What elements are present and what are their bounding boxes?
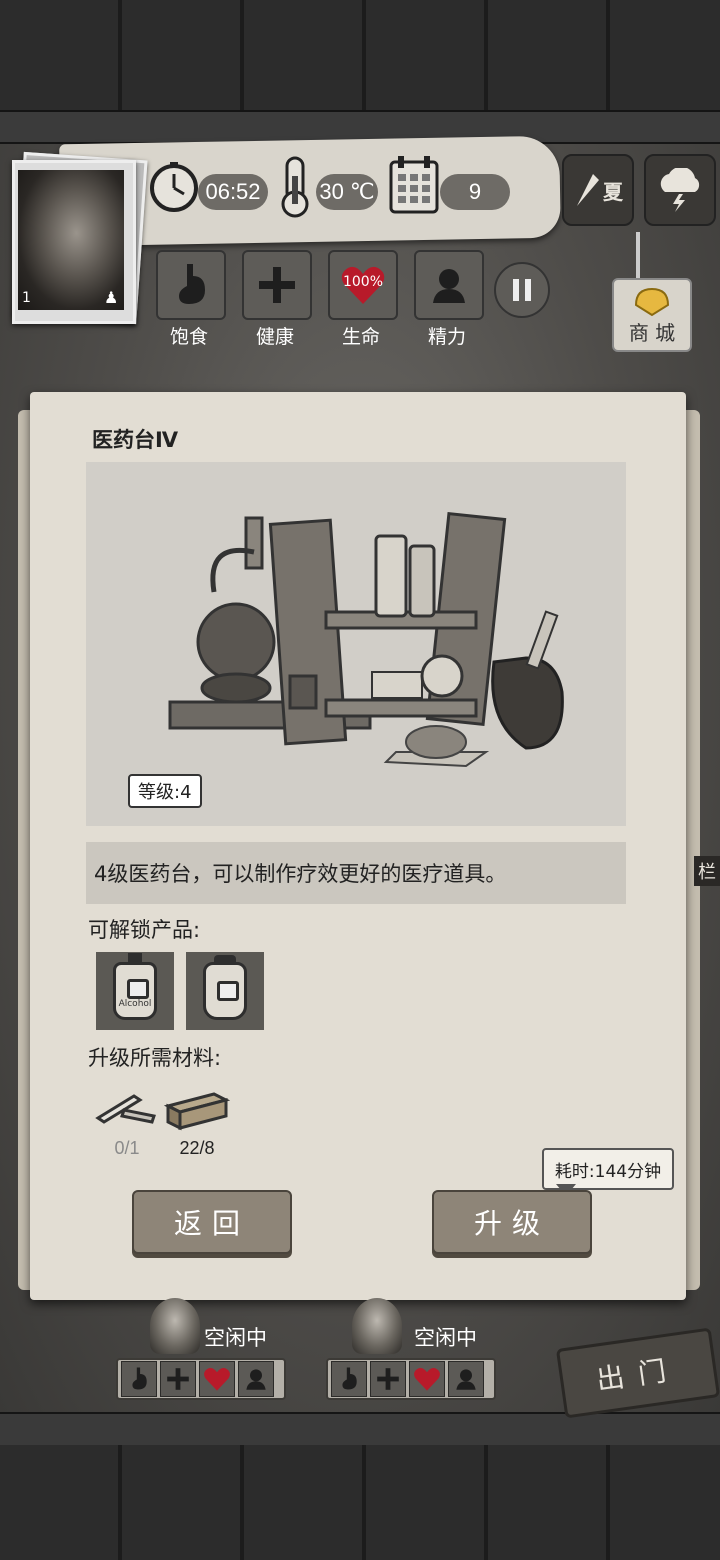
avatar-level: 1 — [22, 290, 31, 306]
weather-button[interactable] — [644, 154, 716, 226]
building-description: 4级医药台，可以制作疗效更好的医疗道具。 — [86, 842, 626, 904]
satiety-label: 饱食 — [169, 326, 208, 348]
energy-label: 精力 — [427, 326, 466, 348]
energy-button[interactable] — [414, 250, 484, 320]
season-label: 夏 — [603, 179, 623, 204]
health-cross-icon — [160, 1361, 196, 1397]
health-cross-icon — [259, 267, 295, 303]
season-leaf-icon — [577, 174, 599, 206]
locked-alcohol-bottle-icon: Alcohol — [113, 953, 157, 1020]
unlock-item-alcohol[interactable]: Alcohol — [96, 952, 174, 1030]
side-tab-label[interactable]: 栏 — [694, 856, 720, 886]
top-wood-frame — [0, 0, 720, 112]
back-button[interactable]: 返回 — [132, 1190, 292, 1254]
health-button[interactable] — [242, 250, 312, 320]
survivor-1-stats[interactable] — [116, 1358, 286, 1400]
survivor-2-stats[interactable] — [326, 1358, 496, 1400]
locked-jar-icon — [203, 955, 247, 1020]
unlock-products-label: 可解锁产品: — [88, 918, 201, 942]
survivor-2-avatar[interactable] — [352, 1298, 402, 1354]
thunderstorm-icon — [660, 168, 700, 212]
pause-icon — [513, 279, 531, 301]
heart-icon: 100% — [340, 264, 386, 306]
heart-icon — [409, 1361, 445, 1397]
pipe-material-count: 0/1 — [114, 1138, 140, 1158]
shop-label: 商 城 — [628, 321, 676, 345]
thermometer-icon — [278, 156, 312, 222]
calendar-icon — [388, 154, 440, 220]
wood-material-count: 22/8 — [179, 1138, 215, 1158]
stomach-icon — [121, 1361, 157, 1397]
health-cross-icon — [370, 1361, 406, 1397]
shop-rope — [636, 232, 640, 280]
survivor-2-status: 空闲中 — [414, 1326, 477, 1350]
life-label: 生命 — [341, 326, 380, 348]
survivor-1-avatar[interactable] — [150, 1298, 200, 1354]
health-label: 健康 — [255, 326, 294, 348]
day-display: 9 — [440, 174, 510, 210]
unlock-item-jar[interactable] — [186, 952, 264, 1030]
season-button[interactable]: 夏 — [562, 154, 634, 226]
metal-pipe-icon — [94, 1088, 158, 1132]
life-value: 100% — [342, 274, 384, 290]
alcohol-label: Alcohol — [118, 999, 152, 1009]
wood-planks-icon — [163, 1086, 231, 1136]
team-icon: ♟ — [104, 288, 119, 307]
time-display: 06:52 — [198, 174, 268, 210]
pause-button[interactable] — [494, 262, 550, 318]
stomach-icon — [179, 264, 205, 304]
temperature-display: 30 ℃ — [316, 174, 378, 210]
building-illustration — [86, 462, 626, 826]
materials-label: 升级所需材料: — [88, 1046, 222, 1070]
bottom-wood-frame — [0, 1445, 720, 1560]
medicine-table-image — [168, 511, 564, 768]
life-button[interactable]: 100% — [328, 250, 398, 320]
shop-button[interactable]: 商 城 — [612, 278, 692, 352]
level-badge: 等级:4 — [128, 774, 202, 808]
survivor-1-status: 空闲中 — [204, 1326, 267, 1350]
upgrade-button[interactable]: 升级 — [432, 1190, 592, 1254]
shell-icon — [634, 287, 670, 317]
heart-icon — [199, 1361, 235, 1397]
person-icon — [238, 1361, 274, 1397]
person-icon — [433, 269, 465, 303]
satiety-button[interactable] — [156, 250, 226, 320]
person-icon — [448, 1361, 484, 1397]
clock-icon — [148, 160, 200, 216]
stomach-icon — [331, 1361, 367, 1397]
panel-title: 医药台Ⅳ — [92, 428, 179, 452]
